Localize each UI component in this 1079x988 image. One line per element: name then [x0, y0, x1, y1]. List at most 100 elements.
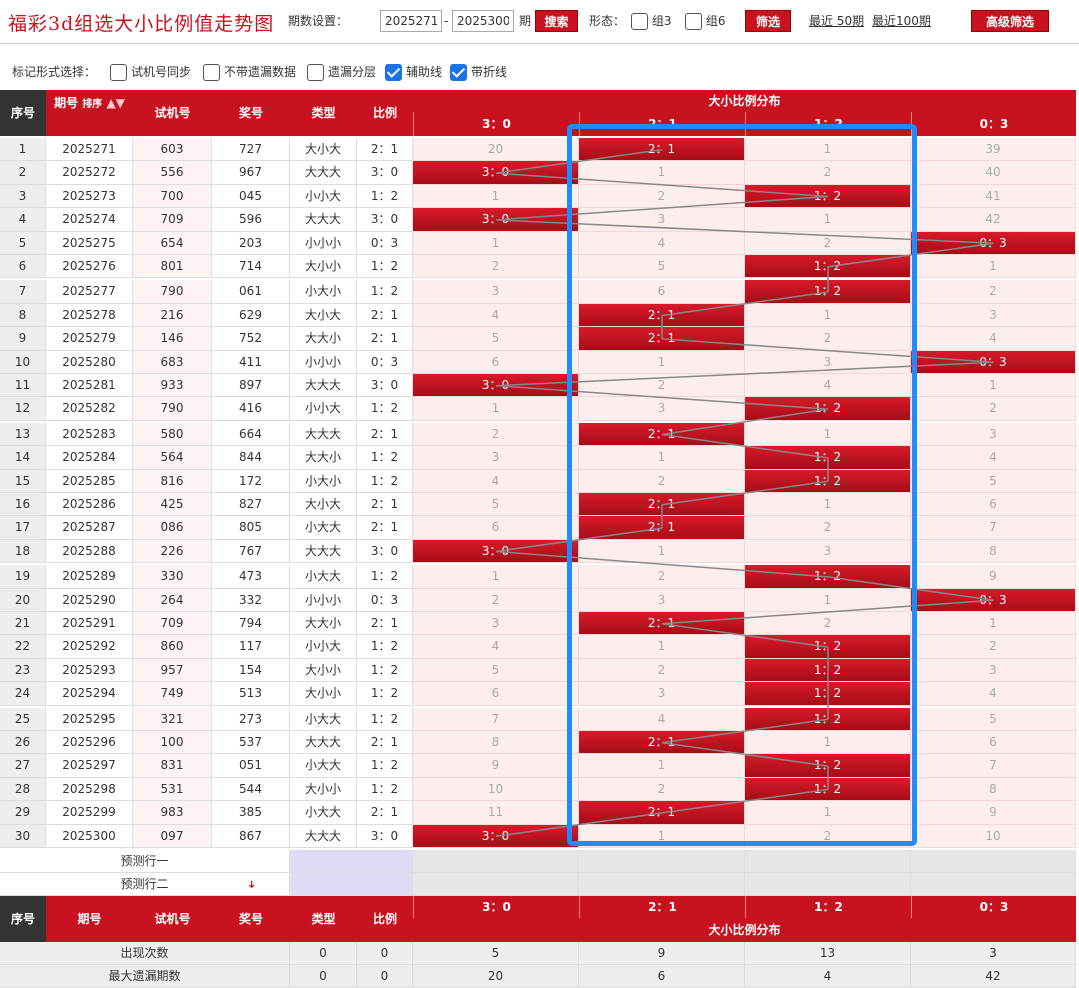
mark-option-trial-sync[interactable]: 试机号同步 — [110, 58, 191, 86]
dist-omit-cell: 1 — [413, 397, 579, 421]
row-prize: 844 — [212, 446, 290, 470]
row-ratio: 1：2 — [357, 658, 413, 683]
dist-omit-cell: 4 — [745, 374, 911, 398]
dist-omit-cell: 4 — [911, 327, 1076, 351]
row-seq: 11 — [0, 374, 46, 398]
period-label: 期数设置： — [288, 14, 349, 28]
recent-50-link[interactable]: 最近 50期 — [809, 10, 864, 32]
group6-checkbox[interactable] — [685, 13, 702, 30]
no-omit-checkbox[interactable] — [203, 64, 220, 81]
stat-value: 20 — [413, 965, 579, 988]
predict-cell[interactable] — [413, 873, 579, 896]
row-period: 2025291 — [46, 612, 133, 636]
predict-cell[interactable] — [911, 873, 1076, 896]
advanced-filter-button[interactable]: 高级筛选 — [971, 10, 1049, 32]
dist-hit-cell: 1：2 — [745, 682, 911, 706]
predict-input[interactable] — [290, 873, 413, 896]
row-period: 2025297 — [46, 754, 133, 778]
predict-cell[interactable] — [579, 850, 745, 873]
dist-omit-cell: 4 — [413, 469, 579, 493]
row-period: 2025272 — [46, 161, 133, 185]
top-toolbar: 福彩3d组选大小比例值走势图 期数设置： - 期 搜索 形态： 组3 组6 筛选… — [0, 0, 1079, 44]
row-period: 2025298 — [46, 777, 133, 802]
search-button[interactable]: 搜索 — [535, 10, 578, 32]
group6-option[interactable]: 组6 — [685, 10, 725, 32]
sort-icon[interactable]: ▲▼ — [106, 96, 124, 110]
predict-cell[interactable] — [413, 850, 579, 873]
sort-toggle[interactable]: 排序 — [82, 99, 102, 110]
stat-label: 出现次数 — [0, 942, 290, 965]
row-type: 大大小 — [290, 327, 357, 351]
dist-hit-cell: 1：2 — [745, 255, 911, 279]
stat-value: 42 — [911, 965, 1076, 988]
dist-omit-cell: 5 — [413, 327, 579, 351]
predict-cell[interactable] — [579, 873, 745, 896]
predict-cell[interactable] — [911, 850, 1076, 873]
row-type: 小大大 — [290, 754, 357, 778]
header-ratio-col: 1：2 — [745, 112, 911, 136]
row-period: 2025274 — [46, 208, 133, 232]
stat-value: 3 — [911, 942, 1076, 965]
dist-hit-cell: 2：1 — [579, 422, 745, 447]
dist-omit-cell: 3 — [911, 422, 1076, 447]
footer-dist: 大小比例分布 — [413, 918, 1076, 942]
mark-option-aux-line[interactable]: 辅助线 — [385, 58, 442, 86]
predict-cell[interactable] — [745, 850, 911, 873]
row-type: 大小小 — [290, 658, 357, 683]
row-period: 2025283 — [46, 422, 133, 447]
mark-option-omit-layer[interactable]: 遗漏分层 — [307, 58, 376, 86]
dist-omit-cell: 3 — [579, 208, 745, 232]
row-ratio: 1：2 — [357, 682, 413, 706]
row-prize: 537 — [212, 731, 290, 755]
dist-omit-cell: 2 — [413, 588, 579, 612]
stat-type: 0 — [290, 965, 357, 988]
row-trial: 216 — [133, 303, 212, 328]
dist-omit-cell: 3 — [413, 280, 579, 304]
row-type: 小小大 — [290, 184, 357, 209]
polyline-checkbox[interactable] — [450, 64, 467, 81]
header-period[interactable]: 期号 排序 ▲▼ — [46, 90, 133, 136]
row-prize: 473 — [212, 565, 290, 589]
dist-omit-cell: 1 — [745, 208, 911, 232]
mark-option-no-omit[interactable]: 不带遗漏数据 — [203, 58, 296, 86]
predict-input[interactable] — [290, 850, 413, 873]
period-from-input[interactable] — [380, 10, 442, 32]
row-trial: 654 — [133, 231, 212, 255]
dist-omit-cell: 4 — [579, 231, 745, 255]
header-dist: 大小比例分布 — [413, 90, 1076, 112]
row-seq: 15 — [0, 469, 46, 493]
filter-button[interactable]: 筛选 — [745, 10, 791, 32]
row-prize: 727 — [212, 138, 290, 162]
row-type: 小小小 — [290, 231, 357, 255]
row-ratio: 0：3 — [357, 588, 413, 612]
aux-line-checkbox[interactable] — [385, 64, 402, 81]
row-trial: 330 — [133, 565, 212, 589]
dist-omit-cell: 6 — [413, 516, 579, 540]
row-prize: 767 — [212, 539, 290, 564]
dist-hit-cell: 1：2 — [745, 469, 911, 493]
omit-layer-checkbox[interactable] — [307, 64, 324, 81]
mark-option-polyline[interactable]: 带折线 — [450, 58, 507, 86]
stat-ratio: 0 — [357, 942, 413, 965]
dist-omit-cell: 6 — [413, 350, 579, 374]
row-prize: 172 — [212, 469, 290, 493]
group3-option[interactable]: 组3 — [631, 10, 671, 32]
row-period: 2025282 — [46, 397, 133, 421]
row-ratio: 2：1 — [357, 327, 413, 351]
row-period: 2025286 — [46, 493, 133, 517]
omit-layer-label: 遗漏分层 — [328, 65, 377, 79]
dist-hit-cell: 2：1 — [579, 801, 745, 825]
period-to-input[interactable] — [452, 10, 514, 32]
predict-cell[interactable] — [745, 873, 911, 896]
row-ratio: 0：3 — [357, 231, 413, 255]
dist-omit-cell: 1 — [413, 565, 579, 589]
dash-label: - — [444, 14, 449, 28]
row-trial: 790 — [133, 280, 212, 304]
group3-checkbox[interactable] — [631, 13, 648, 30]
recent-100-link[interactable]: 最近100期 — [872, 10, 931, 32]
trial-sync-checkbox[interactable] — [110, 64, 127, 81]
dist-omit-cell: 1 — [911, 255, 1076, 279]
row-ratio: 1：2 — [357, 397, 413, 421]
dist-omit-cell: 2 — [911, 280, 1076, 304]
footer-ratio: 比例 — [357, 896, 413, 942]
